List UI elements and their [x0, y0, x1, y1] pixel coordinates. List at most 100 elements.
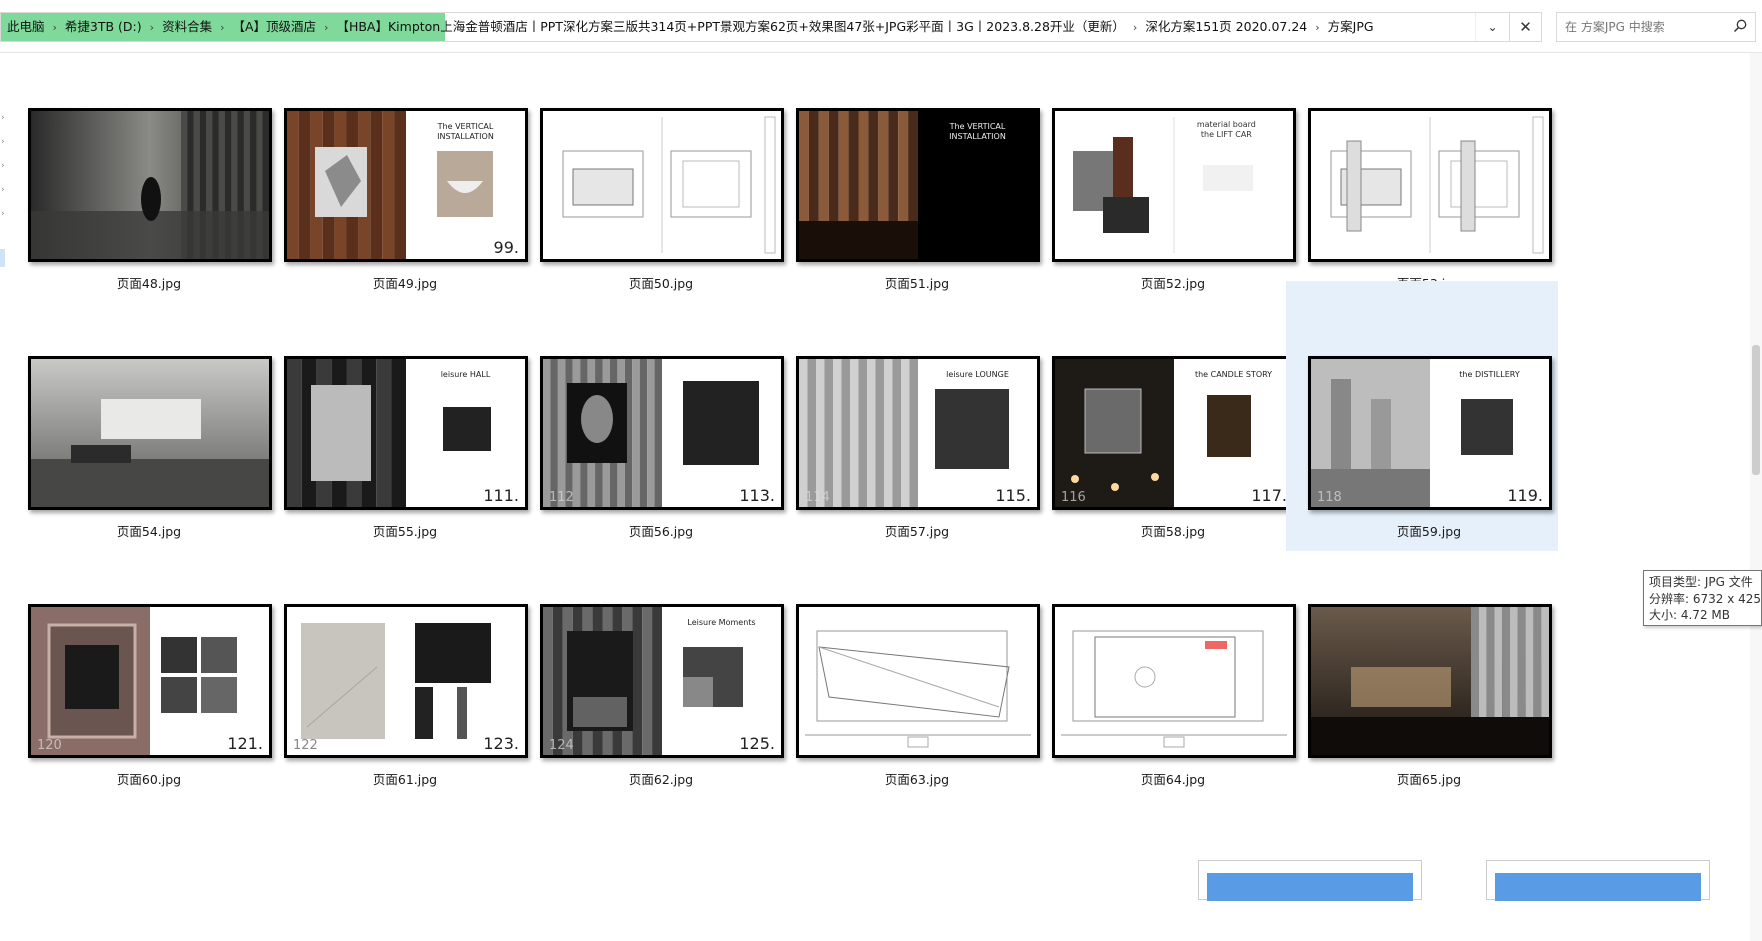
thumbnail-image — [1055, 607, 1293, 755]
file-tile[interactable]: 124 Leisure Moments 125. 页面62.jpg — [518, 529, 790, 799]
file-tile[interactable]: 页面63.jpg — [774, 529, 1046, 799]
chevron-right-icon[interactable]: › — [1, 113, 5, 123]
breadcrumb-item[interactable]: 资料合集 — [156, 13, 218, 41]
file-tile[interactable]: 页面65.jpg — [1286, 529, 1558, 799]
file-grid: 页面48.jpg The VERTICAL INSTALLATION 99. 页面49.… — [12, 53, 1750, 941]
svg-text:125.: 125. — [739, 734, 775, 753]
address-bar[interactable]: 此电脑 › 希捷3TB (D:) › 资料合集 › 【A】顶级酒店 › 【HBA】Kimpton… — [0, 12, 1510, 42]
file-tile[interactable]: 页面50.jpg — [518, 53, 790, 303]
file-name: 页面62.jpg — [628, 772, 694, 787]
thumbnail-preview — [1308, 108, 1552, 262]
file-name: 页面65.jpg — [1396, 772, 1462, 787]
file-tile[interactable]: 118 the DISTILLERY 119. 页面59.jpg — [1286, 281, 1558, 551]
chevron-right-icon[interactable]: › — [148, 21, 156, 34]
chevron-right-icon[interactable]: › — [1, 209, 5, 219]
chevron-right-icon[interactable]: › — [1, 137, 5, 147]
thumbnail-image — [799, 607, 1037, 755]
svg-text:Leisure Moments: Leisure Moments — [687, 618, 755, 627]
breadcrumb-item[interactable]: 方案JPG — [1322, 13, 1380, 41]
svg-text:INSTALLATION: INSTALLATION — [949, 132, 1006, 141]
svg-text:99.: 99. — [494, 238, 519, 257]
thumbnail-image: The VERTICALINSTALLATION 99. — [287, 111, 525, 259]
svg-text:118: 118 — [1317, 490, 1342, 505]
file-tile[interactable]: 页面53.jpg — [1286, 53, 1558, 303]
svg-text:117.: 117. — [1251, 486, 1287, 505]
breadcrumb-item[interactable]: 希捷3TB (D:) — [59, 13, 148, 41]
chevron-right-icon[interactable]: › — [1313, 21, 1321, 34]
thumbnail-image: 120 121. — [31, 607, 269, 755]
file-tile[interactable]: 120 121. 页面60.jpg — [12, 529, 278, 799]
search-box[interactable] — [1556, 12, 1756, 42]
thumbnail-preview: 124 Leisure Moments 125. — [540, 604, 784, 758]
svg-text:122: 122 — [293, 738, 318, 753]
svg-text:the CANDLE STORY: the CANDLE STORY — [1195, 370, 1272, 379]
thumbnail-preview — [1207, 873, 1413, 901]
svg-text:119.: 119. — [1507, 486, 1543, 505]
thumbnail-preview — [1308, 604, 1552, 758]
thumbnail-preview: 114 leisure LOUNGE 115. — [796, 356, 1040, 510]
breadcrumb-item[interactable]: 【A】顶级酒店 — [226, 13, 322, 41]
chevron-right-icon[interactable]: › — [1131, 21, 1139, 34]
chevron-down-icon[interactable]: ⌄ — [1475, 13, 1509, 41]
svg-text:123.: 123. — [483, 734, 519, 753]
search-icon[interactable] — [1733, 19, 1747, 33]
search-input[interactable] — [1557, 14, 1727, 40]
thumbnail-image: leisure HALL 111. — [287, 359, 525, 507]
chevron-right-icon[interactable]: › — [1, 185, 5, 195]
thumbnail-image: 122 123. — [287, 607, 525, 755]
file-tile[interactable]: leisure HALL 111. 页面55.jpg — [262, 281, 534, 551]
svg-text:leisure LOUNGE: leisure LOUNGE — [946, 370, 1009, 379]
breadcrumb-item[interactable]: 此电脑 — [1, 13, 51, 41]
file-tile-partial[interactable] — [1198, 860, 1422, 901]
breadcrumb-item[interactable]: 深化方案151页 2020.07.24 — [1139, 13, 1313, 41]
thumbnail-image: 112 113. — [543, 359, 781, 507]
thumbnail-image — [31, 359, 269, 507]
nav-selected-indicator — [0, 249, 5, 267]
file-tile[interactable]: 页面64.jpg — [1030, 529, 1302, 799]
svg-text:115.: 115. — [995, 486, 1031, 505]
tooltip-resolution: 分辨率: 6732 x 4252 — [1649, 591, 1762, 606]
close-icon[interactable]: ✕ — [1510, 12, 1542, 42]
thumbnail-preview: The VERTICAL INSTALLATION 99. — [284, 108, 528, 262]
thumbnail-preview — [1052, 604, 1296, 758]
thumbnail-preview: leisure HALL 111. — [284, 356, 528, 510]
thumbnail-image: 114 leisure LOUNGE 115. — [799, 359, 1037, 507]
thumbnail-preview: 116 the CANDLE STORY 117. — [1052, 356, 1296, 510]
breadcrumb: 此电脑 › 希捷3TB (D:) › 资料合集 › 【A】顶级酒店 › 【HBA】Kimpton… — [1, 13, 1380, 41]
address-toolbar: 此电脑 › 希捷3TB (D:) › 资料合集 › 【A】顶级酒店 › 【HBA】Kimpton… — [0, 0, 1762, 53]
svg-text:material board: material board — [1197, 120, 1256, 129]
file-tile[interactable]: The VERTICAL INSTALLATION 99. 页面49.jpg — [262, 53, 534, 303]
svg-text:112: 112 — [549, 490, 574, 505]
file-tile-partial[interactable] — [1486, 860, 1710, 901]
chevron-right-icon[interactable]: › — [1, 161, 5, 171]
svg-text:The VERTICAL: The VERTICAL — [949, 122, 1006, 131]
thumbnail-image: material boardthe LIFT CAR — [1055, 111, 1293, 259]
thumbnail-image — [31, 111, 269, 259]
file-tile[interactable]: The VERTICAL INSTALLATION 页面51.jpg — [774, 53, 1046, 303]
vertical-scrollbar[interactable] — [1750, 53, 1762, 941]
thumbnail-image: 116 the CANDLE STORY 117. — [1055, 359, 1293, 507]
thumbnail-preview: 112 113. — [540, 356, 784, 510]
file-tile[interactable]: 页面54.jpg — [12, 281, 278, 551]
file-tile[interactable]: 122 123. 页面61.jpg — [262, 529, 534, 799]
svg-text:121.: 121. — [227, 734, 263, 753]
thumbnail-preview: 122 123. — [284, 604, 528, 758]
thumbnail-image: 124 Leisure Moments 125. — [543, 607, 781, 755]
file-tile[interactable]: 116 the CANDLE STORY 117. 页面58.jpg — [1030, 281, 1302, 551]
svg-text:The VERTICAL: The VERTICAL — [437, 122, 494, 131]
file-name: 页面63.jpg — [884, 772, 950, 787]
breadcrumb-item[interactable]: 【HBA】Kimpton上海金普顿酒店丨PPT深化方案三版共314页+PPT景观… — [330, 13, 1130, 41]
chevron-right-icon[interactable]: › — [51, 21, 59, 34]
svg-text:the LIFT CAR: the LIFT CAR — [1201, 130, 1252, 139]
thumbnail-image — [1311, 111, 1549, 259]
file-tile[interactable]: material board the LIFT CAR 页面52.jpg — [1030, 53, 1302, 303]
thumbnail-image: 118 the DISTILLERY 119. — [1311, 359, 1549, 507]
file-info-tooltip: 项目类型: JPG 文件 分辨率: 6732 x 4252 大小: 4.72 M… — [1643, 570, 1762, 626]
chevron-right-icon[interactable]: › — [322, 21, 330, 34]
svg-text:116: 116 — [1061, 490, 1086, 505]
file-tile[interactable]: 114 leisure LOUNGE 115. 页面57.jpg — [774, 281, 1046, 551]
scrollbar-thumb[interactable] — [1752, 345, 1760, 475]
chevron-right-icon[interactable]: › — [218, 21, 226, 34]
file-tile[interactable]: 页面48.jpg — [12, 53, 278, 303]
file-tile[interactable]: 112 113. 页面56.jpg — [518, 281, 790, 551]
